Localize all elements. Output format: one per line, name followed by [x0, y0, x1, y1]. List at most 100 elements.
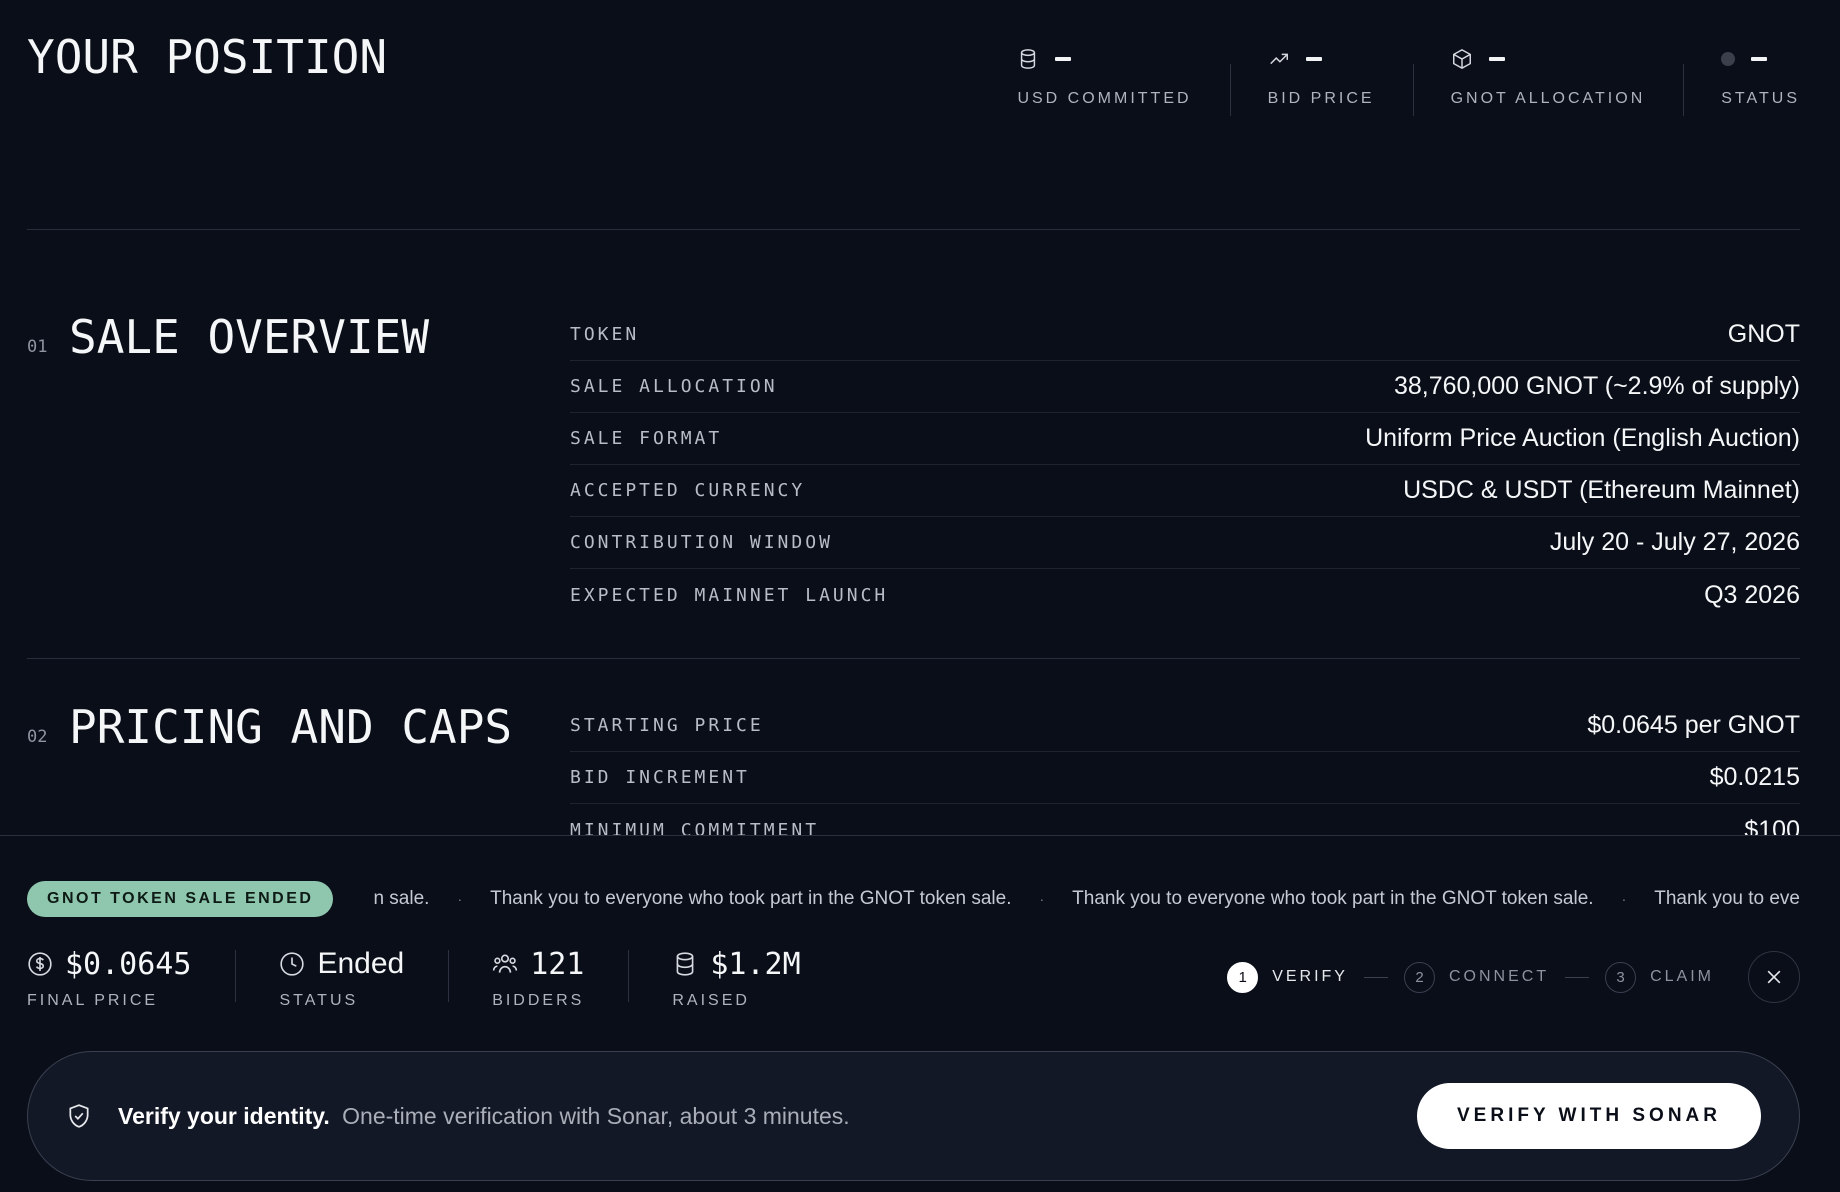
- trending-up-icon: [1268, 48, 1290, 70]
- row-label: CONTRIBUTION WINDOW: [570, 532, 833, 553]
- metric-label: FINAL PRICE: [27, 992, 159, 1009]
- step-connect[interactable]: 2 CONNECT: [1403, 961, 1550, 993]
- row-label: TOKEN: [570, 324, 640, 345]
- users-icon: [492, 951, 518, 977]
- sale-overview-table: TOKEN GNOT SALE ALLOCATION 38,760,000 GN…: [570, 309, 1800, 621]
- pricing-table: STARTING PRICE $0.0645 per GNOT BID INCR…: [570, 700, 1800, 835]
- metric-final-price: $0.0645 FINAL PRICE: [27, 946, 235, 1010]
- stat-gnot-allocation: GNOT ALLOCATION: [1412, 38, 1684, 116]
- row-label: MINIMUM COMMITMENT: [570, 819, 820, 836]
- step-label: CONNECT: [1448, 968, 1550, 985]
- row-value: 38,760,000 GNOT (~2.9% of supply): [1393, 372, 1800, 400]
- announcement-banner: GNOT TOKEN SALE ENDED n sale. · Thank yo…: [27, 881, 1800, 917]
- metric-bidders: 121 BIDDERS: [448, 946, 628, 1010]
- table-row: SALE FORMAT Uniform Price Auction (Engli…: [570, 413, 1800, 465]
- metric-label: BIDDERS: [492, 992, 585, 1009]
- verify-message: Verify your identity. One-time verificat…: [118, 1103, 850, 1130]
- divider: [27, 658, 1800, 659]
- stat-label: BID PRICE: [1267, 90, 1375, 107]
- stat-value-placeholder: [1751, 57, 1768, 61]
- close-icon: [1767, 970, 1781, 984]
- database-icon: [1017, 48, 1039, 70]
- ticker-text: Thank you to everyone who took part in t…: [1072, 888, 1594, 909]
- metric-value: $1.2M: [710, 946, 801, 982]
- sale-ended-badge: GNOT TOKEN SALE ENDED: [27, 881, 334, 917]
- stat-usd-committed: USD COMMITTED: [979, 38, 1229, 108]
- claim-stepper: 1 VERIFY 2 CONNECT 3 CLAIM: [1227, 951, 1800, 1003]
- metric-value: $0.0645: [65, 946, 192, 982]
- verify-identity-card: Verify your identity. One-time verificat…: [27, 1051, 1800, 1181]
- section-title-sale-overview: SALE OVERVIEW: [69, 310, 430, 364]
- row-value: $0.0645 per GNOT: [1587, 711, 1800, 739]
- ticker-separator: ·: [1039, 891, 1045, 907]
- table-row: MINIMUM COMMITMENT $100: [570, 804, 1800, 836]
- metric-value: 121: [530, 946, 585, 982]
- status-dot-icon: [1721, 52, 1736, 66]
- step-label: CLAIM: [1650, 968, 1714, 985]
- stat-value-placeholder: [1055, 57, 1072, 61]
- step-number: 2: [1403, 961, 1435, 993]
- table-row: EXPECTED MAINNET LAUNCH Q3 2026: [570, 569, 1800, 621]
- step-label: VERIFY: [1272, 968, 1348, 985]
- row-label: SALE ALLOCATION: [570, 376, 778, 397]
- step-connector: [1565, 976, 1590, 978]
- ticker-text: n sale.: [373, 888, 430, 909]
- row-value: USDC & USDT (Ethereum Mainnet): [1403, 476, 1800, 504]
- sale-status-panel: GNOT TOKEN SALE ENDED n sale. · Thank yo…: [0, 835, 1840, 1192]
- section-number: 02: [27, 727, 48, 747]
- metric-label: STATUS: [279, 992, 359, 1009]
- table-row: TOKEN GNOT: [570, 309, 1800, 361]
- shield-check-icon: [66, 1103, 92, 1129]
- row-label: ACCEPTED CURRENCY: [570, 480, 806, 501]
- stat-value-placeholder: [1305, 57, 1322, 61]
- stat-bid-price: BID PRICE: [1229, 38, 1413, 116]
- position-stats: USD COMMITTED BID PRICE GNOT ALLOCATION …: [979, 38, 1800, 116]
- section-number: 01: [27, 337, 48, 357]
- database-icon: [672, 951, 698, 977]
- ticker-separator: ·: [1621, 891, 1627, 907]
- table-row: BID INCREMENT $0.0215: [570, 752, 1800, 804]
- verify-description: One-time verification with Sonar, about …: [342, 1102, 850, 1129]
- cube-icon: [1451, 48, 1473, 70]
- clock-icon: [279, 951, 305, 977]
- table-row: STARTING PRICE $0.0645 per GNOT: [570, 700, 1800, 752]
- step-connector: [1363, 976, 1388, 978]
- step-claim[interactable]: 3 CLAIM: [1605, 961, 1714, 993]
- metric-status: Ended STATUS: [235, 946, 448, 1010]
- divider: [27, 229, 1800, 230]
- row-value: $0.0215: [1709, 763, 1800, 791]
- stat-value-placeholder: [1488, 57, 1505, 61]
- metric-raised: $1.2M RAISED: [628, 946, 844, 1010]
- metric-value: Ended: [317, 947, 405, 980]
- section-title-pricing-and-caps: PRICING AND CAPS: [69, 700, 513, 754]
- stat-label: USD COMMITTED: [1017, 90, 1192, 107]
- metric-label: RAISED: [672, 992, 750, 1009]
- table-row: SALE ALLOCATION 38,760,000 GNOT (~2.9% o…: [570, 361, 1800, 413]
- step-number: 1: [1227, 961, 1259, 993]
- row-label: BID INCREMENT: [570, 767, 750, 788]
- row-value: $100: [1744, 815, 1800, 836]
- stat-label: GNOT ALLOCATION: [1450, 90, 1646, 107]
- row-label: EXPECTED MAINNET LAUNCH: [570, 584, 889, 606]
- ticker-text: Thank you to eve: [1654, 888, 1800, 909]
- row-label: STARTING PRICE: [570, 715, 764, 736]
- verify-title: Verify your identity.: [118, 1102, 330, 1129]
- row-value: July 20 - July 27, 2026: [1549, 528, 1800, 556]
- sale-metrics: $0.0645 FINAL PRICE Ended STATUS 121 BID…: [27, 946, 845, 1010]
- row-label: SALE FORMAT: [570, 428, 723, 449]
- verify-with-sonar-button[interactable]: VERIFY WITH SONAR: [1417, 1083, 1761, 1149]
- step-verify[interactable]: 1 VERIFY: [1227, 961, 1348, 993]
- row-value: GNOT: [1727, 320, 1800, 348]
- dollar-circle-icon: [27, 951, 53, 977]
- ticker-text: Thank you to everyone who took part in t…: [490, 888, 1012, 909]
- table-row: CONTRIBUTION WINDOW July 20 - July 27, 2…: [570, 517, 1800, 569]
- close-button[interactable]: [1748, 951, 1800, 1003]
- row-value: Q3 2026: [1704, 580, 1800, 609]
- row-value: Uniform Price Auction (English Auction): [1365, 424, 1800, 452]
- step-number: 3: [1605, 961, 1637, 993]
- announcement-ticker: n sale. · Thank you to everyone who took…: [373, 888, 1800, 910]
- stat-label: STATUS: [1721, 90, 1800, 107]
- position-title: YOUR POSITION: [27, 30, 388, 84]
- table-row: ACCEPTED CURRENCY USDC & USDT (Ethereum …: [570, 465, 1800, 517]
- ticker-separator: ·: [457, 891, 463, 907]
